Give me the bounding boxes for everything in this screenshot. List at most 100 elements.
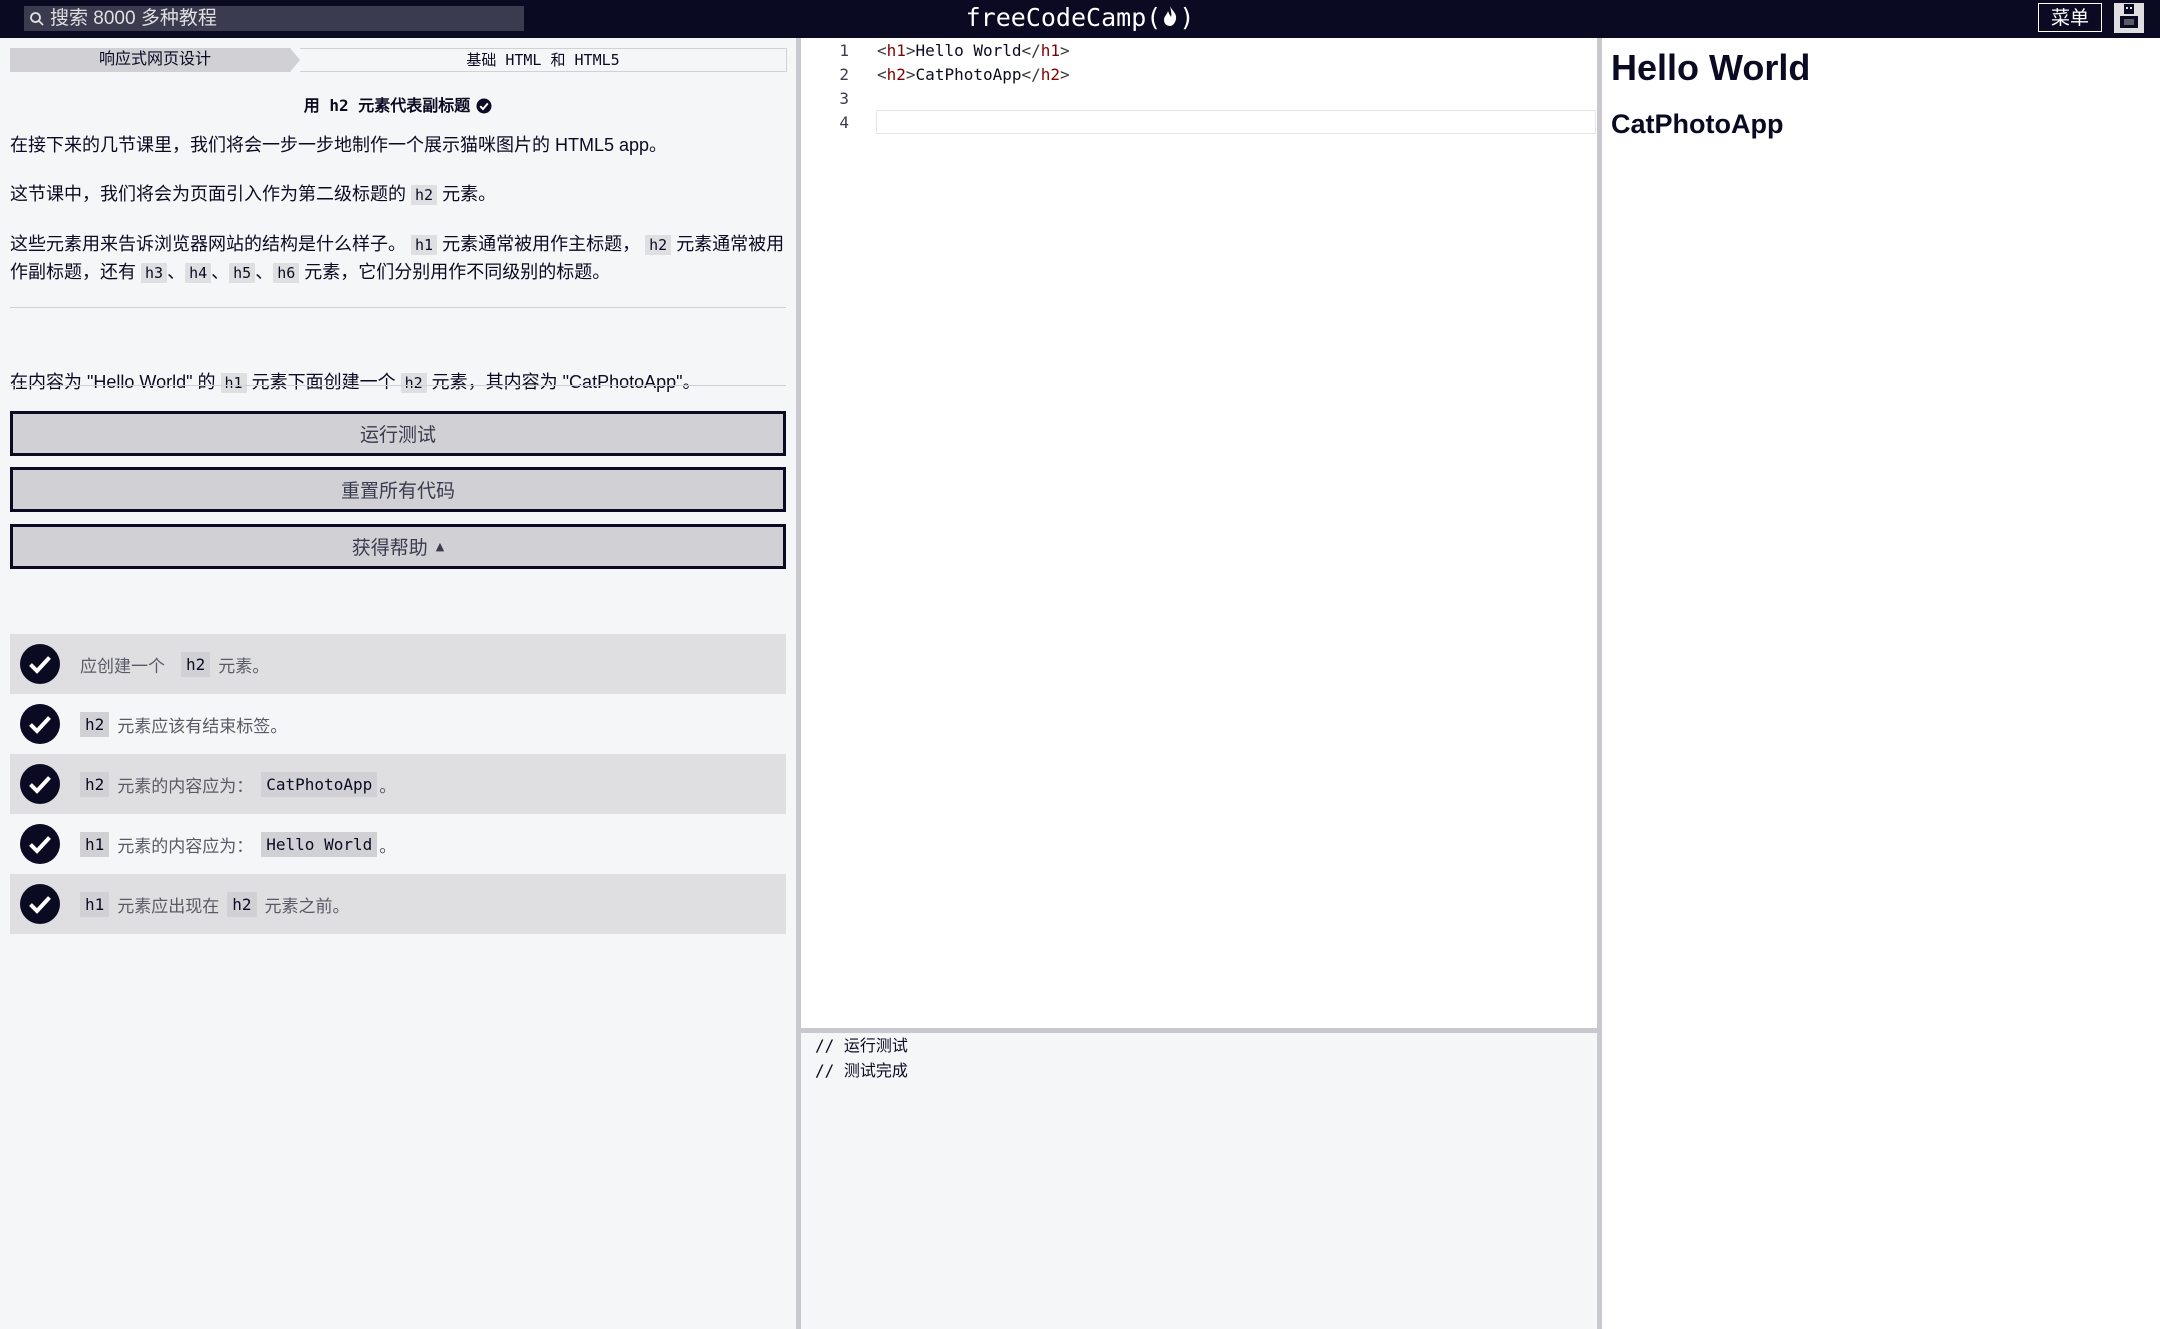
code-text: CatPhotoApp bbox=[915, 65, 1022, 84]
search-icon bbox=[24, 6, 50, 31]
breadcrumb-block[interactable]: 基础 HTML 和 HTML5 bbox=[300, 48, 787, 72]
description-text: 在接下来的几节课里，我们将会一步一步地制作一个展示猫咪图片的 HTML5 app… bbox=[10, 135, 668, 155]
test-result-item: h1 元素应出现在 h2 元素之前。 bbox=[10, 874, 786, 934]
inline-code: h2 bbox=[411, 185, 438, 205]
code-editor[interactable]: 1 <h1>Hello World</h1> 2 <h2>CatPhotoApp… bbox=[801, 38, 1597, 1028]
top-nav-bar: freeCodeCamp() 菜单 bbox=[0, 0, 2160, 38]
user-avatar-button[interactable] bbox=[2114, 3, 2144, 33]
preview-h1: Hello World bbox=[1611, 47, 1811, 88]
line-number: 3 bbox=[839, 89, 849, 108]
caret-up-icon: ▲ bbox=[435, 540, 445, 553]
completed-check-icon bbox=[476, 98, 492, 118]
inline-code: h6 bbox=[273, 263, 300, 283]
test-passed-check-icon bbox=[20, 824, 60, 864]
code-tag: h2 bbox=[886, 65, 906, 84]
test-text: 。 bbox=[379, 776, 397, 797]
inline-code: h2 bbox=[645, 235, 672, 255]
separator-text: 、 bbox=[211, 262, 230, 282]
challenge-title-row: 用 h2 元素代表副标题 bbox=[10, 92, 786, 118]
get-help-button[interactable]: 获得帮助 ▲ bbox=[10, 524, 786, 569]
search-bar[interactable] bbox=[24, 6, 524, 31]
code-line[interactable]: 1 <h1>Hello World</h1> bbox=[801, 39, 1597, 63]
test-code: h1 bbox=[80, 831, 110, 857]
reset-code-button[interactable]: 重置所有代码 bbox=[10, 467, 786, 512]
divider bbox=[10, 307, 786, 308]
test-text: 元素之前。 bbox=[264, 896, 350, 917]
code-line[interactable]: 2 <h2>CatPhotoApp</h2> bbox=[801, 63, 1597, 87]
breadcrumb-superblock[interactable]: 响应式网页设计 bbox=[10, 48, 300, 72]
description-text: 这节课中，我们将会为页面引入作为第二级标题的 bbox=[10, 184, 406, 204]
line-number: 1 bbox=[839, 41, 849, 60]
test-result-item: 应创建一个 h2 元素。 bbox=[10, 634, 786, 694]
separator-text: 、 bbox=[167, 262, 186, 282]
brand-name: freeCodeCamp bbox=[965, 3, 1147, 32]
test-result-item: h2 元素的内容应为： CatPhotoApp。 bbox=[10, 754, 786, 814]
avatar-icon bbox=[2118, 2, 2140, 33]
test-text: 元素。 bbox=[218, 656, 270, 677]
preview-pane: Hello World CatPhotoApp bbox=[1602, 38, 2160, 1329]
test-code: h2 bbox=[80, 711, 110, 737]
code-content: <h1>Hello World</h1> bbox=[877, 41, 1070, 60]
test-passed-check-icon bbox=[20, 704, 60, 744]
inline-code: h1 bbox=[220, 373, 247, 393]
inline-code: h4 bbox=[185, 263, 212, 283]
run-tests-button[interactable]: 运行测试 bbox=[10, 411, 786, 456]
search-input[interactable] bbox=[50, 7, 510, 30]
test-passed-check-icon bbox=[20, 644, 60, 684]
test-text: 应创建一个 bbox=[80, 656, 165, 677]
instruction-text: 元素，其内容为 "CatPhotoApp"。 bbox=[431, 372, 701, 392]
flame-icon bbox=[1161, 1, 1179, 37]
code-line[interactable]: 3 bbox=[801, 87, 1597, 111]
test-code: h2 bbox=[227, 891, 257, 917]
breadcrumb: 响应式网页设计 基础 HTML 和 HTML5 bbox=[10, 48, 787, 72]
code-line[interactable]: 4 bbox=[801, 111, 1597, 135]
description-text: 元素通常被用作主标题， bbox=[442, 234, 641, 254]
inline-code: h2 bbox=[400, 373, 427, 393]
instruction-text: 元素下面创建一个 bbox=[251, 372, 396, 392]
test-text: 元素的内容应为： bbox=[117, 776, 254, 797]
code-tag: h1 bbox=[1040, 41, 1061, 60]
test-passed-check-icon bbox=[20, 884, 60, 924]
description-text: 元素。 bbox=[442, 184, 497, 204]
challenge-instructions: 在内容为 "Hello World" 的 h1 元素下面创建一个 h2 元素，其… bbox=[10, 369, 786, 397]
separator-text: 、 bbox=[255, 262, 274, 282]
console-output: // 运行测试 // 测试完成 bbox=[815, 1033, 908, 1083]
challenge-title: 用 h2 元素代表副标题 bbox=[303, 96, 471, 115]
inline-code: h1 bbox=[411, 235, 438, 255]
challenge-description: 在接下来的几节课里，我们将会一步一步地制作一个展示猫咪图片的 HTML5 app… bbox=[10, 132, 786, 287]
description-paragraph: 这节课中，我们将会为页面引入作为第二级标题的 h2 元素。 bbox=[10, 181, 786, 209]
instructions-pane: 响应式网页设计 基础 HTML 和 HTML5 用 h2 元素代表副标题 在接下… bbox=[0, 38, 796, 1329]
console-line: // 测试完成 bbox=[815, 1061, 908, 1080]
line-number: 2 bbox=[839, 65, 849, 84]
test-result-item: h1 元素的内容应为： Hello World。 bbox=[10, 814, 786, 874]
test-code: Hello World bbox=[261, 831, 378, 857]
brand-paren-close: ) bbox=[1179, 3, 1195, 32]
description-text: 元素，它们分别用作不同级别的标题。 bbox=[304, 262, 611, 282]
description-paragraph: 在接下来的几节课里，我们将会一步一步地制作一个展示猫咪图片的 HTML5 app… bbox=[10, 132, 786, 159]
test-code: h2 bbox=[181, 651, 211, 677]
inline-code: h3 bbox=[141, 263, 168, 283]
code-content: <h2>CatPhotoApp</h2> bbox=[877, 65, 1070, 84]
divider bbox=[10, 385, 786, 386]
output-console: // 运行测试 // 测试完成 bbox=[801, 1033, 1597, 1329]
code-text: Hello World bbox=[915, 41, 1022, 60]
test-text: 元素应出现在 bbox=[117, 896, 220, 917]
description-paragraph: 这些元素用来告诉浏览器网站的结构是什么样子。 h1 元素通常被用作主标题， h2… bbox=[10, 231, 786, 287]
test-suite: 应创建一个 h2 元素。 h2 元素应该有结束标签。 h2 元素的内容应为： CatPho… bbox=[10, 634, 786, 934]
test-text: 元素应该有结束标签。 bbox=[117, 716, 288, 737]
line-number: 4 bbox=[839, 113, 849, 132]
menu-button[interactable]: 菜单 bbox=[2038, 3, 2102, 32]
code-tag: h1 bbox=[886, 41, 906, 60]
brand-paren-open: ( bbox=[1146, 3, 1162, 32]
get-help-label: 获得帮助 bbox=[351, 537, 428, 559]
test-text: 。 bbox=[379, 836, 397, 857]
inline-code: h5 bbox=[229, 263, 256, 283]
test-text: 元素的内容应为： bbox=[117, 836, 254, 857]
test-result-item: h2 元素应该有结束标签。 bbox=[10, 694, 786, 754]
test-code: h2 bbox=[80, 771, 110, 797]
preview-h2: CatPhotoApp bbox=[1611, 109, 1784, 139]
instruction-text: 在内容为 "Hello World" 的 bbox=[10, 372, 216, 392]
test-code: CatPhotoApp bbox=[261, 771, 378, 797]
code-tag: h2 bbox=[1040, 65, 1061, 84]
test-code: h1 bbox=[80, 891, 110, 917]
